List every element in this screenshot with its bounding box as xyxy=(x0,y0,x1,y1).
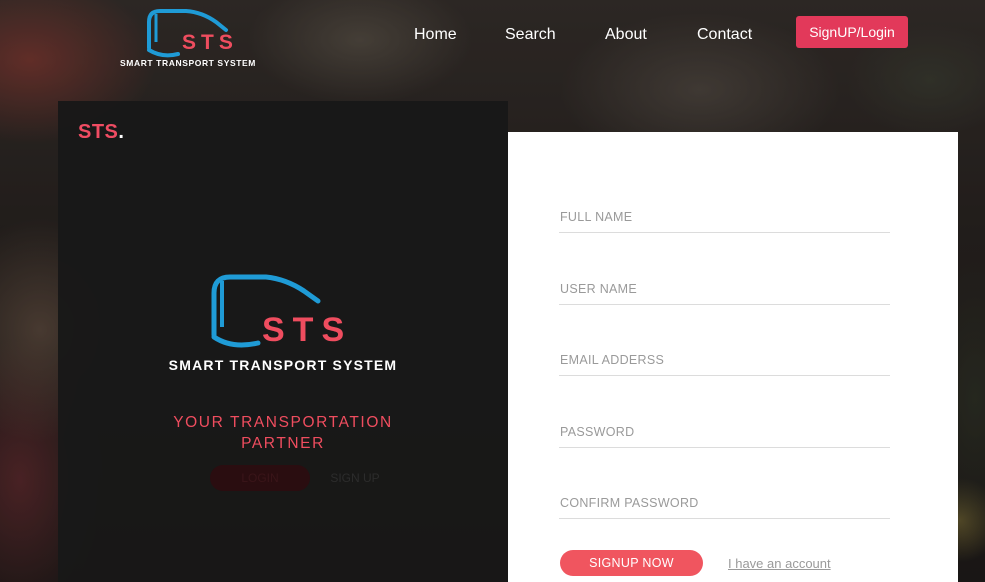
svg-text:STS: STS xyxy=(262,311,352,349)
have-account-link[interactable]: I have an account xyxy=(728,556,831,571)
user-name-input[interactable] xyxy=(559,275,890,305)
brand-text: STS xyxy=(78,121,119,143)
nav-about-link[interactable]: About xyxy=(605,26,647,44)
svg-text:STS: STS xyxy=(182,31,234,54)
brand-dot: . xyxy=(118,121,125,143)
nav-search-link[interactable]: Search xyxy=(505,26,556,44)
brand-mark: STS. xyxy=(78,121,124,144)
large-logo-subtitle: SMART TRANSPORT SYSTEM xyxy=(168,357,398,373)
brand-panel: STS. STS SMART TRANSPORT SYSTEM YOUR TRA… xyxy=(58,101,508,582)
large-logo: STS SMART TRANSPORT SYSTEM xyxy=(158,269,408,379)
login-toggle-button[interactable]: LOGIN xyxy=(210,465,310,491)
signup-login-button[interactable]: SignUP/Login xyxy=(796,16,908,48)
bus-logo-icon: STS xyxy=(211,274,352,349)
nav-logo[interactable]: STS SMART TRANSPORT SYSTEM xyxy=(112,4,264,70)
signup-toggle-button[interactable]: SIGN UP xyxy=(330,465,380,491)
logo-subtitle: SMART TRANSPORT SYSTEM xyxy=(120,58,256,68)
full-name-input[interactable] xyxy=(559,203,890,233)
email-input[interactable] xyxy=(559,346,890,376)
nav-contact-link[interactable]: Contact xyxy=(697,26,752,44)
password-input[interactable] xyxy=(559,418,890,448)
confirm-password-input[interactable] xyxy=(559,489,890,519)
signup-form-panel: SIGNUP NOW I have an account xyxy=(508,132,958,582)
bus-logo-icon: STS xyxy=(147,9,234,58)
nav-home-link[interactable]: Home xyxy=(414,26,457,44)
tagline: YOUR TRANSPORTATION PARTNER xyxy=(173,414,393,452)
signup-now-button[interactable]: SIGNUP NOW xyxy=(560,550,703,576)
